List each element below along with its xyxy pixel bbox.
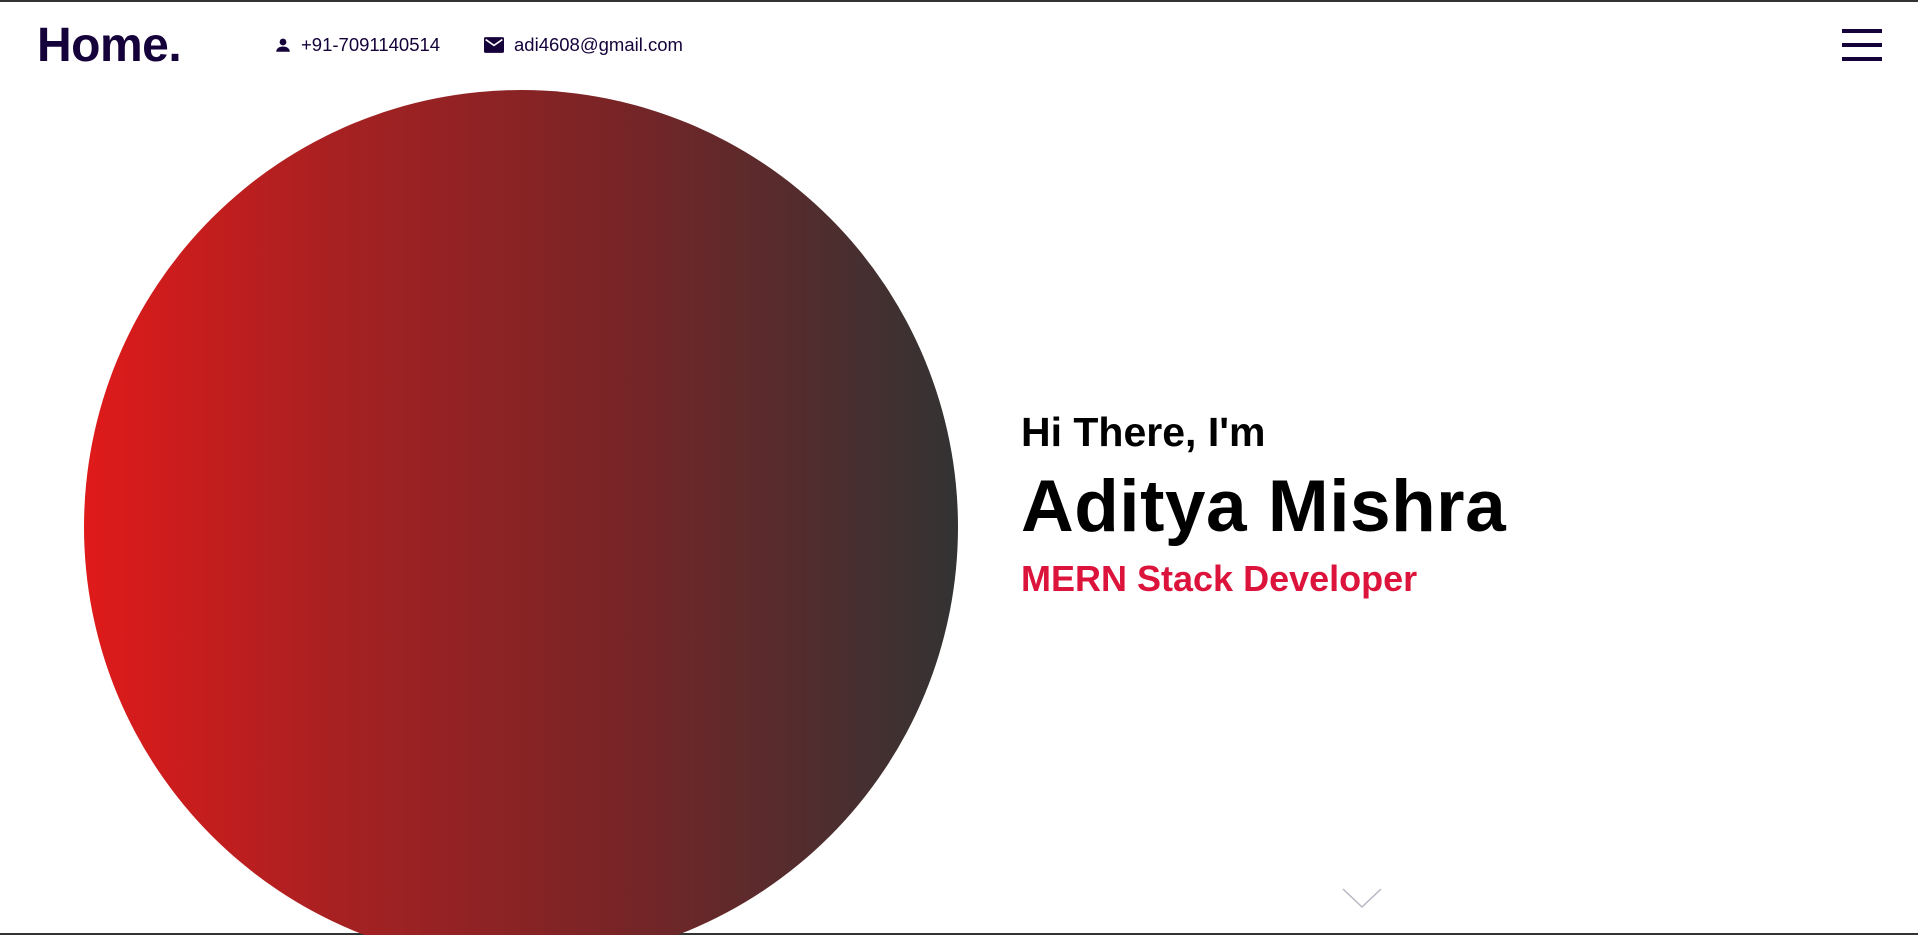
menu-bar-middle (1842, 43, 1882, 47)
menu-bar-bottom (1842, 57, 1882, 61)
user-icon (276, 38, 290, 52)
chevron-down-icon[interactable] (1342, 887, 1382, 911)
top-navbar: Home. +91-7091140514 adi4608@gmail.com (0, 2, 1918, 92)
hero-name: Aditya Mishra (1021, 466, 1507, 547)
hero-gradient-circle (84, 90, 958, 935)
phone-number: +91-7091140514 (301, 34, 441, 55)
hamburger-menu-icon[interactable] (1842, 28, 1882, 62)
email-contact[interactable]: adi4608@gmail.com (484, 33, 683, 57)
hero-greeting: Hi There, I'm (1021, 409, 1266, 455)
phone-contact[interactable]: +91-7091140514 (274, 33, 440, 57)
hero-intro: Hi There, I'm Aditya Mishra MERN Stack D… (1021, 407, 1821, 601)
mail-icon (484, 37, 504, 53)
email-address: adi4608@gmail.com (514, 34, 683, 55)
hero-role: MERN Stack Developer (1021, 558, 1418, 599)
menu-bar-top (1842, 29, 1882, 33)
site-logo[interactable]: Home. (37, 16, 182, 76)
